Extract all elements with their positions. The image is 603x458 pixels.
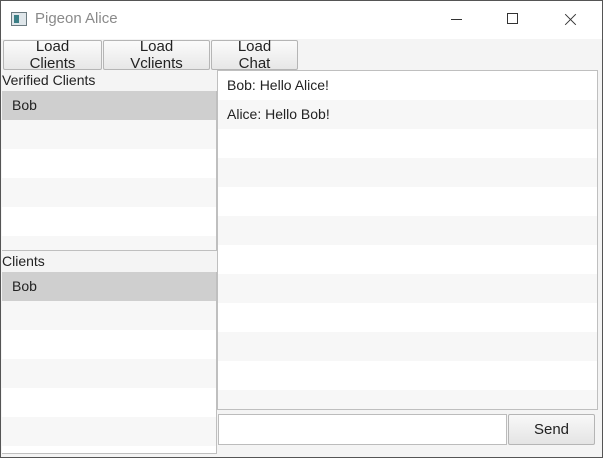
empty-chat-row	[218, 361, 597, 390]
empty-list-row	[2, 207, 216, 236]
chat-message-list[interactable]: Bob: Hello Alice! Alice: Hello Bob!	[217, 70, 598, 410]
clients-label: Clients	[2, 253, 45, 269]
empty-list-row	[2, 236, 216, 250]
empty-list-row	[2, 359, 216, 388]
chat-message[interactable]: Alice: Hello Bob!	[218, 100, 597, 129]
empty-list-row	[2, 417, 216, 446]
load-clients-button[interactable]: Load Clients	[3, 38, 102, 72]
load-vclients-button[interactable]: Load Vclients	[103, 38, 210, 72]
clients-list[interactable]: Bob	[2, 272, 217, 454]
application-window: Pigeon Alice Load Clients Load Vclients …	[0, 0, 603, 458]
minimize-icon[interactable]	[433, 1, 479, 39]
empty-list-row	[2, 446, 216, 453]
load-chat-button[interactable]: Load Chat	[211, 38, 298, 72]
window-title: Pigeon Alice	[35, 10, 118, 27]
title-bar[interactable]: Pigeon Alice	[1, 1, 602, 39]
close-icon[interactable]	[547, 1, 593, 39]
send-button[interactable]: Send	[508, 414, 595, 445]
empty-list-row	[2, 178, 216, 207]
empty-chat-row	[218, 390, 597, 409]
empty-chat-row	[218, 129, 597, 158]
message-input[interactable]	[218, 414, 507, 445]
empty-list-row	[2, 120, 216, 149]
empty-chat-row	[218, 245, 597, 274]
maximize-icon[interactable]	[489, 1, 535, 39]
empty-list-row	[2, 330, 216, 359]
empty-chat-row	[218, 216, 597, 245]
empty-chat-row	[218, 158, 597, 187]
empty-chat-row	[218, 303, 597, 332]
empty-chat-row	[218, 187, 597, 216]
client-item-bob[interactable]: Bob	[2, 272, 216, 301]
empty-list-row	[2, 388, 216, 417]
empty-list-row	[2, 149, 216, 178]
verified-client-item-bob[interactable]: Bob	[2, 91, 216, 120]
empty-list-row	[2, 301, 216, 330]
empty-chat-row	[218, 274, 597, 303]
verified-clients-list[interactable]: Bob	[2, 91, 217, 251]
empty-chat-row	[218, 332, 597, 361]
app-window-icon	[11, 12, 27, 26]
toolbar: Load Clients Load Vclients Load Chat	[1, 38, 602, 72]
verified-clients-label: Verified Clients	[2, 72, 96, 88]
chat-message[interactable]: Bob: Hello Alice!	[218, 71, 597, 100]
